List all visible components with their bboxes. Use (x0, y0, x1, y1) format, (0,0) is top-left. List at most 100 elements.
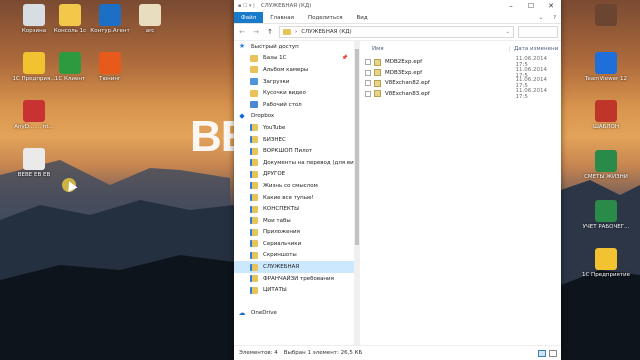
nav-item[interactable]: ДРУГОЕ (234, 169, 354, 181)
desktop-shortcut[interactable]: УЧЕТ РАБОЧЕГ... (578, 200, 634, 231)
desktop-shortcut-label: Тюнинг (99, 76, 121, 82)
title-bar[interactable]: ▪ ☐ ▾ | СЛУЖЕБНАЯ (КД) – ☐ ✕ (234, 0, 561, 12)
back-icon[interactable]: ← (237, 28, 247, 36)
nav-item[interactable]: СЛУЖЕБНАЯ (234, 261, 354, 273)
file-explorer-window[interactable]: ▪ ☐ ▾ | СЛУЖЕБНАЯ (КД) – ☐ ✕ Файл Главна… (234, 0, 561, 360)
nav-item[interactable]: Альбом камеры (234, 64, 354, 76)
file-name: MDB3Exp.epf (384, 69, 423, 76)
item-count: Элементов: 4 (239, 350, 278, 356)
nav-item[interactable]: БИЗНЕС (234, 134, 354, 146)
desktop-shortcut[interactable] (578, 4, 634, 28)
folder-icon (250, 159, 258, 167)
folder-icon (250, 205, 258, 213)
download-icon (250, 78, 258, 86)
nav-item[interactable]: ВОРКШОП Пилот (234, 145, 354, 157)
nav-item-label: Какие все тупые! (263, 194, 314, 201)
column-headers: Имя Дата изменени (362, 41, 561, 57)
large-icons-view-icon[interactable] (549, 349, 557, 357)
nav-item-label: ДРУГОЕ (263, 171, 286, 178)
desktop-shortcut[interactable]: ШАБЛОН (578, 100, 634, 131)
nav-item[interactable]: ◆ Dropbox (234, 111, 354, 123)
folder-icon (250, 124, 258, 132)
file-row[interactable]: V8Exchan83.epf 11.06.2014 17:5 (362, 88, 561, 100)
folder-icon (250, 263, 258, 271)
nav-item-label: Загрузки (263, 78, 290, 85)
address-field[interactable]: › СЛУЖЕБНАЯ (КД) ⌄ (279, 26, 514, 38)
desktop-shortcut[interactable]: TeamViewer 12 (578, 52, 634, 83)
forward-icon[interactable]: → (251, 28, 261, 36)
nav-item[interactable]: Сериальчики (234, 238, 354, 250)
checkbox[interactable] (365, 69, 371, 76)
column-date[interactable]: Дата изменени (509, 46, 558, 52)
nav-item[interactable]: Жизнь со смыслом (234, 180, 354, 192)
desktop-shortcut[interactable]: AnyD... ... nt... (6, 100, 62, 131)
tab-view[interactable]: Вид (350, 12, 375, 23)
desktop-shortcut-label: СМЕТЫ ЖИЗНИ (584, 174, 628, 180)
nav-item[interactable]: Какие все тупые! (234, 192, 354, 204)
search-input[interactable] (518, 26, 558, 38)
nav-item[interactable]: Документы на перевод (для визы (234, 157, 354, 169)
checkbox[interactable] (365, 59, 371, 66)
folder-icon (250, 194, 258, 202)
desktop-shortcut[interactable]: arc (122, 4, 178, 35)
desktop-shortcut[interactable]: Тюнинг (82, 52, 138, 83)
close-icon[interactable]: ✕ (541, 2, 561, 10)
folder-icon (250, 286, 258, 294)
nav-item-label: ФРАНЧАЙЗИ требования (263, 275, 334, 282)
desktop-shortcut-label: AnyD... ... nt... (14, 124, 54, 130)
nav-item[interactable]: Мои табы (234, 215, 354, 227)
nav-item[interactable]: КОНСПЕКТЫ (234, 203, 354, 215)
folder-icon (250, 228, 258, 236)
app-icon (595, 150, 617, 172)
nav-item[interactable]: ☁ OneDrive (234, 308, 354, 320)
column-name[interactable]: Имя (362, 46, 509, 52)
minimize-icon[interactable]: – (501, 2, 521, 10)
nav-item[interactable]: Рабочий стол (234, 99, 354, 111)
nav-scrollbar[interactable] (354, 41, 360, 345)
nav-item[interactable]: ФРАНЧАЙЗИ требования (234, 273, 354, 285)
folder-icon (250, 170, 258, 178)
folder-icon (250, 136, 258, 144)
desktop-shortcut[interactable]: 1С Предприятие (578, 248, 634, 279)
details-view-icon[interactable] (538, 349, 546, 357)
ribbon-expand-icon[interactable]: ⌄ (533, 12, 548, 23)
dropdown-icon[interactable]: ⌄ (505, 29, 510, 35)
up-icon[interactable]: ↑ (265, 28, 275, 36)
app-icon (59, 4, 81, 26)
tab-home[interactable]: Главная (263, 12, 301, 23)
nav-item-label: Мои табы (263, 217, 291, 224)
desktop-shortcut[interactable]: СМЕТЫ ЖИЗНИ (578, 150, 634, 181)
nav-item-label: Быстрый доступ (251, 43, 299, 50)
nav-item[interactable]: Приложения (234, 227, 354, 239)
folder-icon (250, 217, 258, 225)
app-icon (59, 52, 81, 74)
tab-file[interactable]: Файл (234, 12, 264, 23)
window-title: СЛУЖЕБНАЯ (КД) (260, 3, 312, 9)
nav-item[interactable]: Кусочки видео (234, 87, 354, 99)
file-name: MDB2Exp.epf (384, 59, 423, 66)
file-name: V8Exchan82.epf (384, 80, 430, 87)
navigation-pane: ★ Быстрый доступ Базы 1С 📌 Альбом камеры Загр… (234, 41, 354, 345)
nav-item-label: OneDrive (251, 310, 277, 317)
app-icon (99, 4, 121, 26)
tab-share[interactable]: Поделиться (301, 12, 350, 23)
nav-item[interactable]: Скриншоты (234, 250, 354, 262)
checkbox[interactable] (365, 90, 371, 97)
quick-access-toolbar[interactable]: ▪ ☐ ▾ | (238, 3, 255, 9)
nav-item[interactable]: YouTube (234, 122, 354, 134)
app-icon (139, 4, 161, 26)
scrollbar-thumb[interactable] (355, 49, 359, 245)
nav-item[interactable]: Загрузки (234, 76, 354, 88)
file-icon (373, 90, 381, 98)
ribbon-tabs: Файл Главная Поделиться Вид ⌄ ? (234, 12, 561, 24)
desktop-shortcut[interactable]: ВЕВЕ ЕВ ЕВ (6, 148, 62, 179)
nav-item-label: ВОРКШОП Пилот (263, 148, 313, 155)
maximize-icon[interactable]: ☐ (521, 2, 541, 10)
nav-item[interactable]: ★ Быстрый доступ (234, 41, 354, 53)
nav-item[interactable]: ЦИТАТЫ (234, 284, 354, 296)
pin-icon: 📌 (341, 55, 348, 62)
nav-item[interactable]: Базы 1С 📌 (234, 53, 354, 65)
nav-item-label: Сериальчики (263, 240, 302, 247)
help-icon[interactable]: ? (548, 12, 561, 23)
checkbox[interactable] (365, 80, 371, 87)
